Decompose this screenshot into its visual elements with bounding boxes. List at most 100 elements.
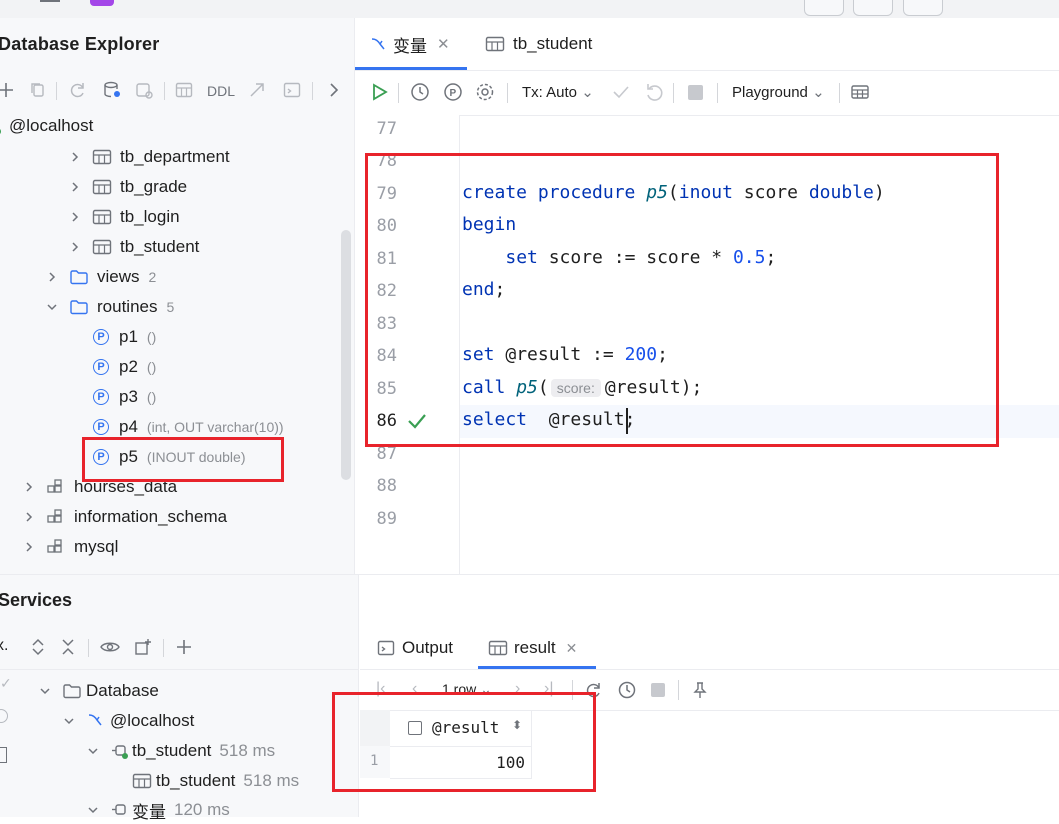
tab-console[interactable]: 变量 ✕ xyxy=(369,18,450,70)
tab-output[interactable]: Output xyxy=(376,627,453,669)
code-line[interactable]: call p5(score: @result); xyxy=(462,377,702,398)
history-icon[interactable] xyxy=(617,680,637,700)
gear-icon[interactable] xyxy=(474,81,496,103)
pin-icon[interactable] xyxy=(690,680,710,700)
tx-mode-dropdown[interactable]: Tx: Auto ⌄ xyxy=(522,83,594,101)
add-icon[interactable] xyxy=(0,80,16,100)
side-layout-icon[interactable] xyxy=(0,747,7,763)
history-icon[interactable] xyxy=(409,81,431,103)
chevron-right-icon[interactable] xyxy=(324,80,344,100)
tree-schema[interactable]: information_schema xyxy=(22,502,227,532)
project-badge-icon[interactable] xyxy=(90,0,114,6)
copy-icon[interactable] xyxy=(28,80,48,100)
prev-page-icon[interactable]: ‹ xyxy=(412,680,432,700)
menu-icon[interactable] xyxy=(40,0,60,2)
chevron-down-icon[interactable] xyxy=(86,744,100,758)
tree-schema[interactable]: mysql xyxy=(22,532,118,562)
chevron-down-icon[interactable] xyxy=(86,803,100,817)
chevron-right-icon[interactable] xyxy=(68,240,82,254)
tree-table-item[interactable]: tb_login xyxy=(68,202,180,232)
side-circle-icon[interactable] xyxy=(0,709,8,723)
sort-icon[interactable]: ⬍ xyxy=(512,718,522,732)
line-number: 81 xyxy=(376,249,397,269)
tree-host-localhost[interactable]: @localhost xyxy=(0,111,93,141)
close-icon[interactable]: ✕ xyxy=(437,35,450,53)
tree-procedure-p5[interactable]: P p5 (INOUT double) xyxy=(93,442,245,472)
table-icon[interactable] xyxy=(174,80,194,100)
refresh-icon[interactable] xyxy=(68,80,88,100)
console-icon[interactable] xyxy=(282,80,302,100)
chevron-right-icon[interactable] xyxy=(22,510,36,524)
tree-table-item[interactable]: tb_grade xyxy=(68,172,187,202)
tab-result[interactable]: result ✕ xyxy=(488,627,577,669)
first-page-icon[interactable]: |‹ xyxy=(376,680,396,700)
services-tree-session[interactable]: 变量 120 ms xyxy=(86,796,230,824)
expand-all-icon[interactable] xyxy=(28,637,48,657)
explain-plan-icon[interactable]: P xyxy=(442,81,464,103)
mysql-dolphin-icon xyxy=(88,714,102,726)
tree-table-item[interactable]: tb_student xyxy=(68,232,199,262)
services-tree-session[interactable]: tb_student 518 ms xyxy=(86,737,275,765)
window-button-3[interactable] xyxy=(903,0,943,16)
tab-tb-student[interactable]: tb_student xyxy=(485,18,592,70)
services-tree-result[interactable]: tb_student 518 ms xyxy=(132,767,299,795)
chevron-right-icon[interactable] xyxy=(68,150,82,164)
tab-label: result xyxy=(514,638,556,657)
window-button-2[interactable] xyxy=(853,0,893,16)
chevron-right-icon[interactable] xyxy=(22,540,36,554)
chevron-down-icon[interactable] xyxy=(45,300,59,314)
view-options-icon[interactable] xyxy=(100,637,120,657)
code-line[interactable]: set score := score * 0.5; xyxy=(462,247,776,268)
new-group-icon[interactable] xyxy=(133,637,153,657)
code-line[interactable]: set @result := 200; xyxy=(462,344,668,365)
add-service-icon[interactable] xyxy=(174,637,194,657)
procedure-name: p5 xyxy=(119,447,138,466)
close-all-button[interactable]: x. xyxy=(0,637,8,655)
ddl-button[interactable]: DDL xyxy=(207,83,235,99)
tree-schema[interactable]: hourses_data xyxy=(22,472,177,502)
services-tree-host[interactable]: @localhost xyxy=(62,707,194,735)
table-view-icon[interactable] xyxy=(849,81,871,103)
tree-procedure[interactable]: P p1 () xyxy=(93,322,156,352)
jump-icon[interactable] xyxy=(248,80,268,100)
tree-procedure[interactable]: P p4 (int, OUT varchar(10)) xyxy=(93,412,284,442)
tree-procedure[interactable]: P p3 () xyxy=(93,382,156,412)
commit-check-icon[interactable] xyxy=(610,81,632,103)
schema-label: mysql xyxy=(74,537,119,556)
side-check-icon[interactable]: ✓ xyxy=(0,675,12,692)
last-page-icon[interactable]: ›| xyxy=(544,680,564,700)
procedure-icon: P xyxy=(93,419,109,435)
row-count-dropdown[interactable]: 1 row ⌄ xyxy=(442,681,492,698)
close-icon[interactable]: ✕ xyxy=(566,640,578,657)
chevron-right-icon[interactable] xyxy=(45,270,59,284)
next-page-icon[interactable]: › xyxy=(515,680,535,700)
window-button-1[interactable] xyxy=(804,0,844,16)
chevron-right-icon[interactable] xyxy=(68,180,82,194)
tree-procedure[interactable]: P p2 () xyxy=(93,352,156,382)
tree-routines[interactable]: routines 5 xyxy=(45,292,174,322)
jump-to-console-icon[interactable] xyxy=(134,80,154,100)
code-line[interactable]: end; xyxy=(462,279,505,300)
stop-icon[interactable] xyxy=(688,85,703,100)
chevron-right-icon[interactable] xyxy=(68,210,82,224)
code-line[interactable]: create procedure p5(inout score double) xyxy=(462,182,885,203)
code-line-current[interactable]: select @result; xyxy=(462,409,635,430)
tree-table-item[interactable]: tb_department xyxy=(68,142,230,172)
sql-editor: 变量 ✕ tb_student P Tx: Auto ⌄ Playground … xyxy=(355,18,1059,574)
chevron-right-icon[interactable] xyxy=(22,480,36,494)
grid-cell[interactable]: 100 xyxy=(390,746,532,779)
execute-icon[interactable] xyxy=(368,81,390,103)
playground-dropdown[interactable]: Playground ⌄ xyxy=(732,83,825,101)
stop-icon[interactable] xyxy=(651,683,665,697)
services-tree-database[interactable]: Database xyxy=(38,677,159,705)
column-header[interactable]: @result ⬍ xyxy=(390,710,532,747)
collapse-all-icon[interactable] xyxy=(58,637,78,657)
refresh-icon[interactable] xyxy=(584,680,604,700)
data-source-properties-icon[interactable] xyxy=(102,80,122,100)
tree-views[interactable]: views 2 xyxy=(45,262,156,292)
scrollbar[interactable] xyxy=(341,230,351,480)
rollback-icon[interactable] xyxy=(643,81,665,103)
chevron-down-icon[interactable] xyxy=(62,714,76,728)
chevron-down-icon[interactable] xyxy=(38,684,52,698)
code-line[interactable]: begin xyxy=(462,214,516,235)
